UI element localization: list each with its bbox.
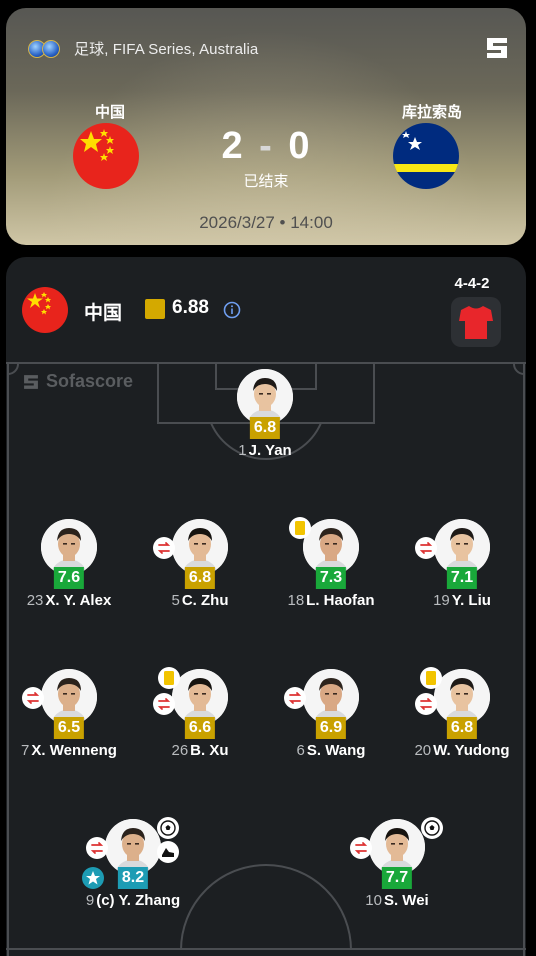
lineup-header: 中国 6.88 4-4-2: [6, 257, 526, 361]
player-rating: 7.1: [446, 567, 478, 589]
player-name: X. Wenneng: [31, 742, 117, 759]
player-rating: 6.8: [184, 567, 216, 589]
away-team-name[interactable]: 库拉索岛: [382, 101, 482, 122]
player-name: (c) Y. Zhang: [96, 892, 181, 909]
player-label: 20 W. Yudong: [387, 742, 526, 759]
player-name: X. Y. Alex: [45, 592, 112, 609]
player-rating: 7.3: [315, 567, 347, 589]
player-d1[interactable]: 7.6 23 X. Y. Alex: [14, 519, 124, 619]
player-number: 26: [171, 742, 189, 759]
sofascore-watermark-icon: [24, 374, 38, 389]
home-score: 2: [221, 125, 244, 167]
player-rating: 6.8: [249, 417, 281, 439]
substitution-icon: [350, 837, 372, 859]
substitution-icon: [415, 693, 437, 715]
player-number: 23: [26, 592, 44, 609]
player-number: 7: [21, 742, 30, 759]
substitution-icon: [153, 693, 175, 715]
player-label: 5 C. Zhu: [125, 592, 275, 609]
yellow-card-icon: [158, 667, 180, 689]
substitution-icon: [153, 537, 175, 559]
formation-label: 4-4-2: [454, 275, 490, 292]
player-label: 1 J. Yan: [190, 442, 340, 459]
home-team-name[interactable]: 中国: [60, 101, 160, 122]
player-name: B. Xu: [190, 742, 229, 759]
player-number: 10: [365, 892, 382, 909]
lineup-team-name: 中国: [84, 303, 123, 324]
assist-boot-icon: [157, 841, 179, 863]
substitution-icon: [86, 837, 108, 859]
player-number: 20: [414, 742, 432, 759]
competition-icon: [28, 39, 64, 58]
player-d4[interactable]: 7.1 19 Y. Liu: [407, 519, 517, 619]
player-name: J. Yan: [248, 442, 292, 459]
player-label: 9 (c) Y. Zhang: [58, 892, 208, 909]
player-d3[interactable]: 7.3 18 L. Haofan: [276, 517, 386, 619]
player-label: 6 S. Wang: [256, 742, 406, 759]
player-rating: 6.6: [184, 717, 216, 739]
player-f2[interactable]: 7.7 10 S. Wei: [342, 817, 452, 919]
team-average-rating: 6.88: [172, 297, 209, 318]
player-rating: 6.9: [315, 717, 347, 739]
player-number: 18: [287, 592, 305, 609]
player-number: 19: [433, 592, 450, 609]
sofascore-watermark: Sofascore: [22, 371, 133, 392]
player-label: 26 B. Xu: [125, 742, 275, 759]
player-name: C. Zhu: [181, 592, 229, 609]
competition-label: 足球, FIFA Series, Australia: [74, 41, 259, 58]
player-name: S. Wei: [383, 892, 429, 909]
substitution-icon: [415, 537, 437, 559]
player-number: 1: [238, 442, 247, 459]
player-label: 23 X. Y. Alex: [6, 592, 144, 609]
away-score: 0: [288, 125, 311, 167]
kit-button[interactable]: [451, 297, 501, 347]
team-rating-square: [145, 299, 165, 319]
player-rating: 8.2: [117, 867, 149, 889]
player-name: S. Wang: [306, 742, 366, 759]
player-m4[interactable]: 6.8 20 W. Yudong: [407, 667, 517, 769]
player-rating: 7.6: [53, 567, 85, 589]
substitution-icon: [22, 687, 44, 709]
match-datetime: 2026/3/27 • 14:00: [199, 213, 333, 232]
yellow-card-icon: [289, 517, 311, 539]
china-flag-small-icon: [22, 287, 68, 333]
score-separator: -: [259, 125, 273, 167]
player-label: 19 Y. Liu: [387, 592, 526, 609]
substitution-icon: [284, 687, 306, 709]
info-icon[interactable]: [223, 301, 241, 319]
player-rating: 6.5: [53, 717, 85, 739]
yellow-card-icon: [420, 667, 442, 689]
player-name: Y. Liu: [451, 592, 491, 609]
goal-icon: [157, 817, 179, 839]
player-number: 9: [85, 892, 95, 909]
player-m2[interactable]: 6.6 26 B. Xu: [145, 667, 255, 769]
jersey-icon: [459, 306, 493, 339]
player-m3[interactable]: 6.9 6 S. Wang: [276, 669, 386, 769]
player-label: 7 X. Wenneng: [6, 742, 144, 759]
player-label: 10 S. Wei: [322, 892, 472, 909]
player-number: 6: [296, 742, 305, 759]
goal-icon: [421, 817, 443, 839]
player-label: 18 L. Haofan: [256, 592, 406, 609]
player-name: L. Haofan: [306, 592, 375, 609]
player-d2[interactable]: 6.8 5 C. Zhu: [145, 519, 255, 619]
player-f1[interactable]: 8.2 9 (c) Y. Zhang: [78, 817, 188, 919]
competition-row[interactable]: 足球, FIFA Series, Australia: [28, 38, 258, 59]
player-name: W. Yudong: [433, 742, 510, 759]
player-m1[interactable]: 6.5 7 X. Wenneng: [14, 669, 124, 769]
watermark-text: Sofascore: [46, 371, 134, 391]
player-rating: 7.7: [381, 867, 413, 889]
sofascore-logo-icon[interactable]: [484, 35, 510, 61]
match-header-card: 足球, FIFA Series, Australia 中国 库拉索岛 2 - 0…: [6, 8, 526, 245]
player-gk[interactable]: 6.8 1 J. Yan: [210, 369, 320, 469]
player-of-match-star-icon: [82, 867, 104, 889]
player-rating: 6.8: [446, 717, 478, 739]
lineup-card: 中国 6.88 4-4-2 Sofascore 6.8 1 J. Yan 7.6…: [6, 257, 526, 956]
curacao-flag-icon[interactable]: [393, 123, 459, 189]
player-number: 5: [171, 592, 180, 609]
